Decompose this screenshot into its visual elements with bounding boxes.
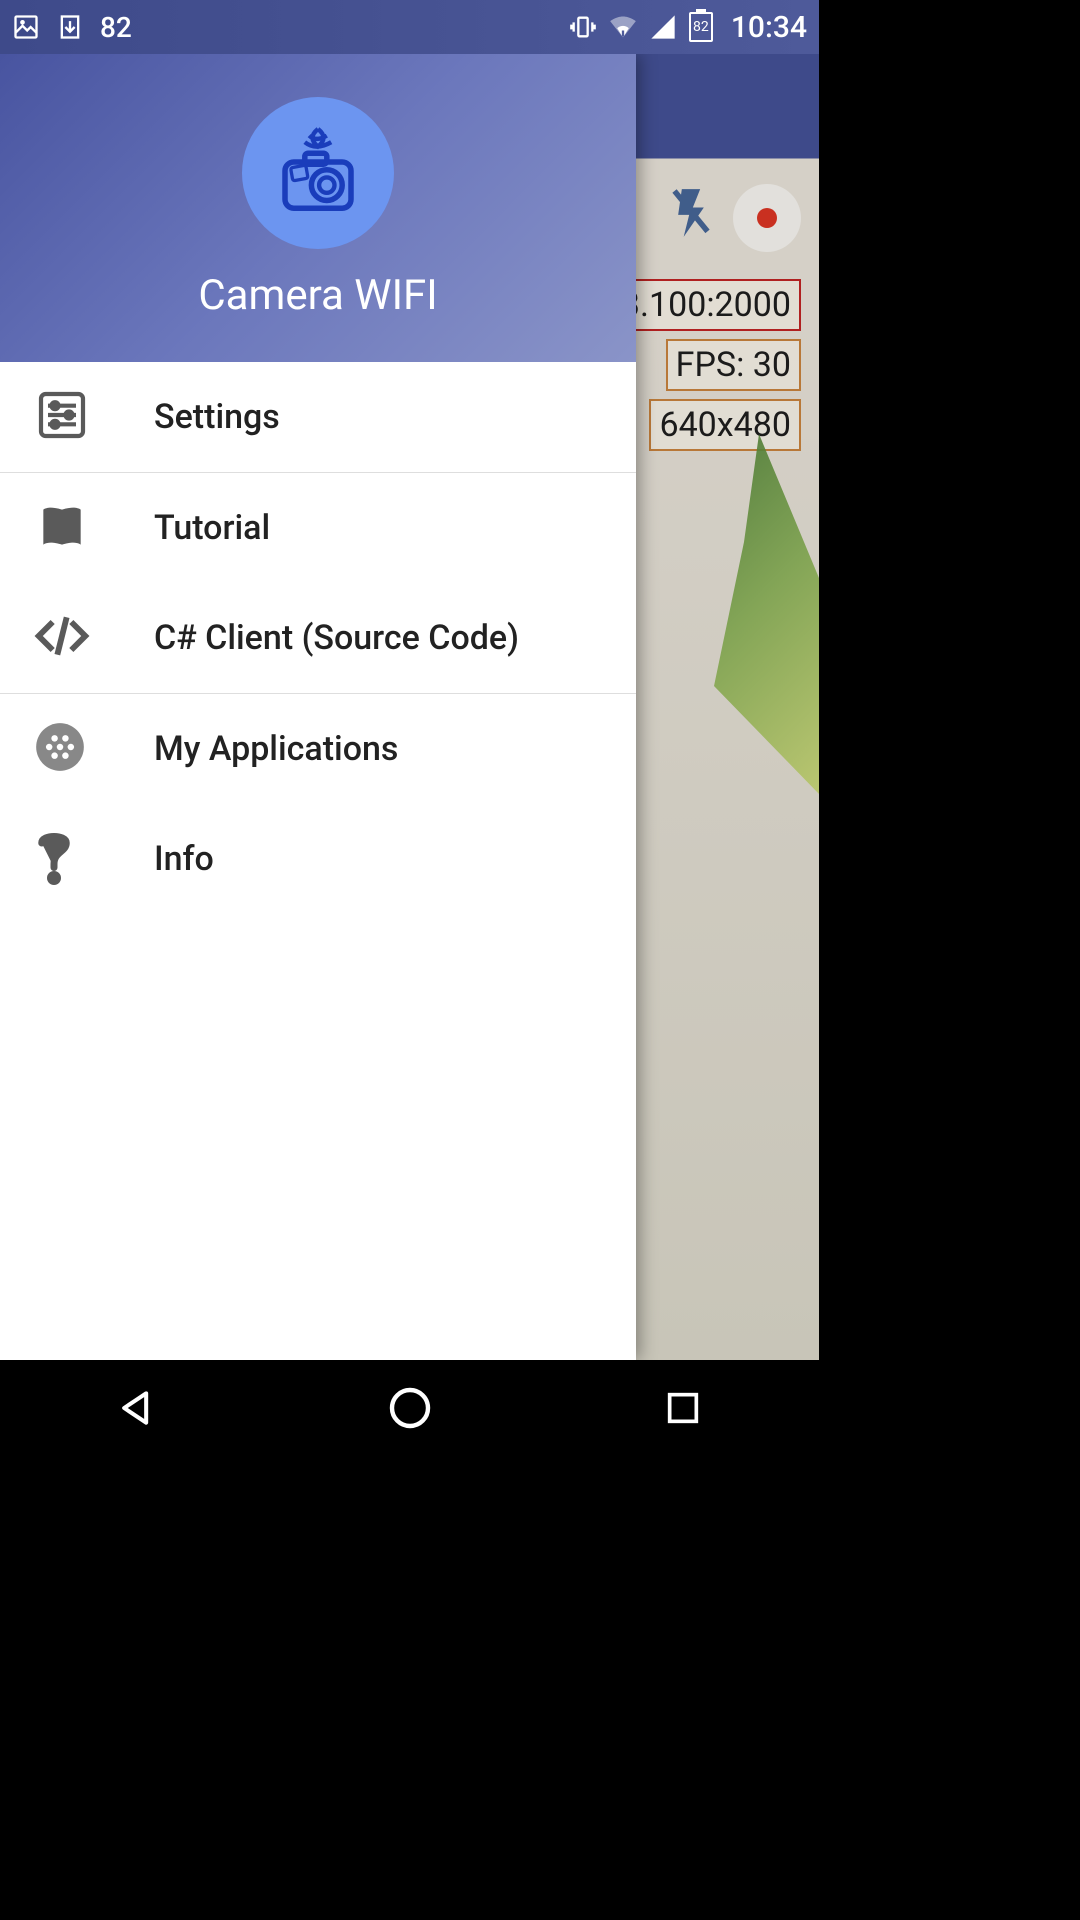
battery-icon: 82	[689, 12, 713, 42]
code-icon	[34, 608, 90, 668]
menu-item-settings[interactable]: Settings	[0, 362, 636, 472]
camera-overlay-badges: 3.100:2000 FPS: 30 640x480	[611, 279, 801, 451]
menu-label: Info	[154, 839, 214, 879]
home-button[interactable]	[380, 1378, 440, 1438]
status-number: 82	[100, 11, 132, 44]
resolution-badge: 640x480	[649, 399, 801, 451]
sliders-icon	[34, 387, 90, 447]
question-icon	[34, 829, 74, 889]
navigation-drawer: Camera WIFI Settings Tutorial	[0, 54, 636, 1360]
menu-label: Tutorial	[154, 508, 270, 548]
app-title: Camera WIFI	[198, 271, 437, 320]
apps-icon	[34, 721, 86, 777]
download-icon	[56, 13, 84, 41]
camera-toolbar	[669, 184, 819, 252]
app-logo	[242, 97, 394, 249]
back-button[interactable]	[107, 1378, 167, 1438]
drawer-header: Camera WIFI	[0, 54, 636, 362]
menu-item-myapps[interactable]: My Applications	[0, 694, 636, 804]
system-nav-bar	[0, 1360, 819, 1456]
menu-item-csharp[interactable]: C# Client (Source Code)	[0, 583, 636, 693]
menu-item-info[interactable]: Info	[0, 804, 636, 914]
status-bar: 82 82 10:34	[0, 0, 819, 54]
clock-time: 10:34	[731, 10, 807, 45]
book-icon	[34, 498, 90, 558]
plant-leaf-image	[669, 434, 819, 794]
ip-badge: 3.100:2000	[611, 279, 801, 331]
status-left-group: 82	[12, 11, 132, 44]
menu-label: C# Client (Source Code)	[154, 618, 519, 658]
record-dot-icon	[757, 208, 777, 228]
wifi-icon	[609, 13, 637, 41]
flash-off-icon[interactable]	[669, 185, 713, 252]
fps-badge: FPS: 30	[666, 339, 801, 391]
menu-label: My Applications	[154, 729, 398, 769]
status-right-group: 82 10:34	[569, 10, 807, 45]
menu-list: Settings Tutorial C# Client (Source Code…	[0, 362, 636, 914]
image-icon	[12, 13, 40, 41]
menu-label: Settings	[154, 397, 280, 437]
menu-item-tutorial[interactable]: Tutorial	[0, 473, 636, 583]
recent-apps-button[interactable]	[653, 1378, 713, 1438]
vibrate-icon	[569, 13, 597, 41]
record-button[interactable]	[733, 184, 801, 252]
signal-icon	[649, 13, 677, 41]
